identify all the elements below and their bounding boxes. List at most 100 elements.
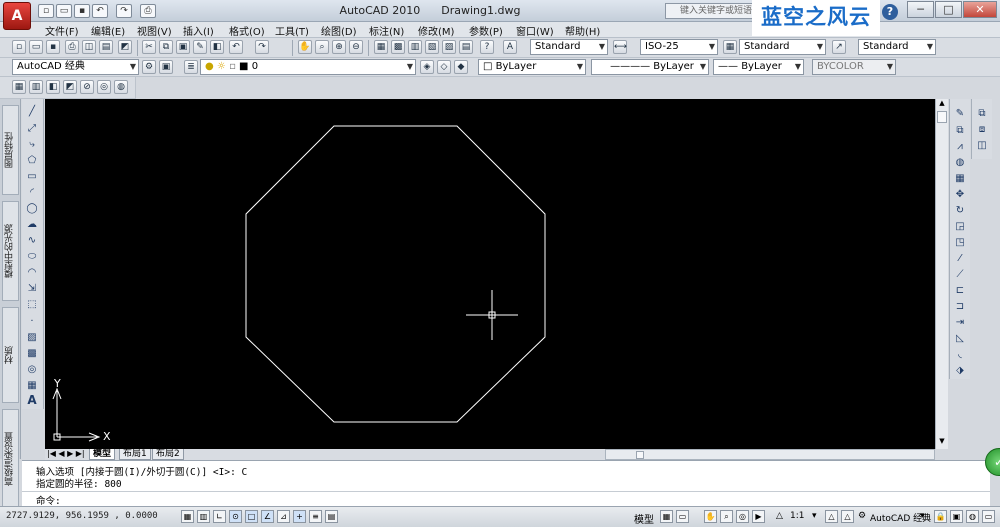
- make-current-icon[interactable]: ◈: [420, 60, 434, 74]
- redo-icon[interactable]: ↷: [255, 40, 269, 54]
- copy-object-icon[interactable]: ⧉: [953, 124, 967, 137]
- text-style-icon[interactable]: A: [503, 40, 517, 54]
- layout-view-icon[interactable]: ▦: [660, 510, 673, 523]
- dynamic-input-icon[interactable]: +: [293, 510, 306, 523]
- save-icon[interactable]: ▪: [46, 40, 60, 54]
- workspace-switch-icon[interactable]: ⚙: [858, 511, 866, 521]
- view-left-icon[interactable]: ◧: [46, 80, 60, 94]
- open-icon[interactable]: ▭: [56, 4, 72, 18]
- menu-tools[interactable]: 工具(T): [275, 23, 309, 38]
- close-button[interactable]: ✕: [963, 1, 997, 18]
- multileader-style-icon[interactable]: ↗: [832, 40, 846, 54]
- palette-tab-render-settings[interactable]: 高级渲染设置: [2, 409, 19, 509]
- palette-tab-layers[interactable]: 图层特性: [2, 105, 19, 195]
- pan-icon[interactable]: ✋: [704, 510, 717, 523]
- zoom-icon[interactable]: ⌕: [720, 510, 733, 523]
- open-icon[interactable]: ▭: [29, 40, 43, 54]
- drawing-area[interactable]: Y X: [45, 99, 935, 449]
- menu-format[interactable]: 格式(O): [229, 23, 265, 38]
- clean-screen-icon[interactable]: ▭: [982, 510, 995, 523]
- menu-parametric[interactable]: 参数(P): [469, 23, 503, 38]
- make-block-icon[interactable]: ⬚: [25, 298, 39, 311]
- menu-draw[interactable]: 绘图(D): [321, 23, 357, 38]
- menu-file[interactable]: 文件(F): [45, 23, 79, 38]
- tab-model[interactable]: 模型: [89, 449, 116, 460]
- palette-tab-lights[interactable]: 模型中的光源: [2, 201, 19, 301]
- move-icon[interactable]: ✥: [953, 188, 967, 201]
- view-top-icon[interactable]: ▦: [12, 80, 26, 94]
- cut-icon[interactable]: ✂: [142, 40, 156, 54]
- scroll-up-icon[interactable]: ▲: [937, 99, 947, 109]
- dim-style-select[interactable]: ISO-25 ▼: [640, 39, 718, 55]
- construction-line-icon[interactable]: ⤢: [25, 122, 39, 135]
- rectangle-icon[interactable]: ▭: [25, 170, 39, 183]
- vertical-scrollbar[interactable]: ▲ ▼: [935, 99, 948, 449]
- horizontal-scrollbar[interactable]: [605, 449, 935, 460]
- ortho-mode-icon[interactable]: ∟: [213, 510, 226, 523]
- plot-preview-icon[interactable]: ◫: [82, 40, 96, 54]
- steering-wheel-icon[interactable]: ◎: [736, 510, 749, 523]
- object-snap-tracking-icon[interactable]: ∠: [261, 510, 274, 523]
- text-style-select[interactable]: Standard ▼: [530, 39, 608, 55]
- workspace-icon[interactable]: ▣: [159, 60, 173, 74]
- trim-icon[interactable]: ⁄: [953, 252, 967, 265]
- zoom-previous-icon[interactable]: ⊖: [349, 40, 363, 54]
- multileader-style-select[interactable]: Standard ▼: [858, 39, 936, 55]
- dynamic-ucs-icon[interactable]: ⊿: [277, 510, 290, 523]
- bring-above-icon[interactable]: ◫: [975, 139, 989, 152]
- showmotion-icon[interactable]: ▶: [752, 510, 765, 523]
- stretch-icon[interactable]: ◳: [953, 236, 967, 249]
- erase-icon[interactable]: ✎: [953, 107, 967, 120]
- table-style-icon[interactable]: ▦: [723, 40, 737, 54]
- quickcalc-icon[interactable]: ▤: [459, 40, 473, 54]
- hardware-acceleration-icon[interactable]: ▣: [950, 510, 963, 523]
- mirror-icon[interactable]: ⩘: [953, 140, 967, 153]
- circle-icon[interactable]: ◯: [25, 202, 39, 215]
- properties-icon[interactable]: ▦: [374, 40, 388, 54]
- visual-style-icon[interactable]: ◎: [97, 80, 111, 94]
- ellipse-arc-icon[interactable]: ◠: [25, 266, 39, 279]
- scroll-thumb[interactable]: [636, 451, 644, 459]
- scroll-thumb[interactable]: [937, 111, 947, 123]
- paste-icon[interactable]: ▣: [176, 40, 190, 54]
- plot-icon[interactable]: ⎙: [65, 40, 79, 54]
- spline-icon[interactable]: ∿: [25, 234, 39, 247]
- isolate-objects-icon[interactable]: ◍: [966, 510, 979, 523]
- help-icon[interactable]: ?: [480, 40, 494, 54]
- markup-icon[interactable]: ▨: [442, 40, 456, 54]
- snap-mode-icon[interactable]: ▦: [181, 510, 194, 523]
- send-to-back-icon[interactable]: ⧈: [975, 123, 989, 136]
- hatch-icon[interactable]: ▨: [25, 331, 39, 344]
- lineweight-select[interactable]: —— ByLayer ▼: [713, 59, 804, 75]
- zoom-window-icon[interactable]: ⊕: [332, 40, 346, 54]
- command-line[interactable]: 命令:: [22, 491, 990, 507]
- menu-edit[interactable]: 编辑(E): [91, 23, 125, 38]
- arc-icon[interactable]: ◜: [25, 186, 39, 199]
- save-icon[interactable]: ▪: [74, 4, 90, 18]
- maximize-button[interactable]: □: [935, 1, 962, 18]
- view-iso-icon[interactable]: ◩: [63, 80, 77, 94]
- menu-window[interactable]: 窗口(W): [516, 23, 554, 38]
- quick-view-layouts-icon[interactable]: ▭: [676, 510, 689, 523]
- quick-properties-icon[interactable]: ▤: [325, 510, 338, 523]
- color-select[interactable]: □ ByLayer ▼: [478, 59, 586, 75]
- qnew-icon[interactable]: ▫: [12, 40, 26, 54]
- annotation-scale-value[interactable]: 1:1: [790, 511, 804, 521]
- octagon-shape[interactable]: [245, 125, 546, 423]
- table-style-select[interactable]: Standard ▼: [739, 39, 826, 55]
- app-menu-button[interactable]: A: [3, 2, 31, 30]
- layer-properties-icon[interactable]: ≣: [184, 60, 198, 74]
- sheet-set-icon[interactable]: ▧: [425, 40, 439, 54]
- undo-icon[interactable]: ↶: [229, 40, 243, 54]
- minimize-button[interactable]: ─: [907, 1, 934, 18]
- object-snap-icon[interactable]: □: [245, 510, 258, 523]
- chamfer-icon[interactable]: ◺: [953, 332, 967, 345]
- plot-style-select[interactable]: BYCOLOR ▼: [812, 59, 896, 75]
- polar-tracking-icon[interactable]: ⊙: [229, 510, 242, 523]
- point-icon[interactable]: ·: [25, 315, 39, 328]
- tool-palettes-icon[interactable]: ▥: [408, 40, 422, 54]
- palette-tab-materials[interactable]: 材质: [2, 307, 19, 403]
- menu-insert[interactable]: 插入(I): [183, 23, 214, 38]
- copy-icon[interactable]: ⧉: [159, 40, 173, 54]
- line-icon[interactable]: ╱: [25, 105, 39, 118]
